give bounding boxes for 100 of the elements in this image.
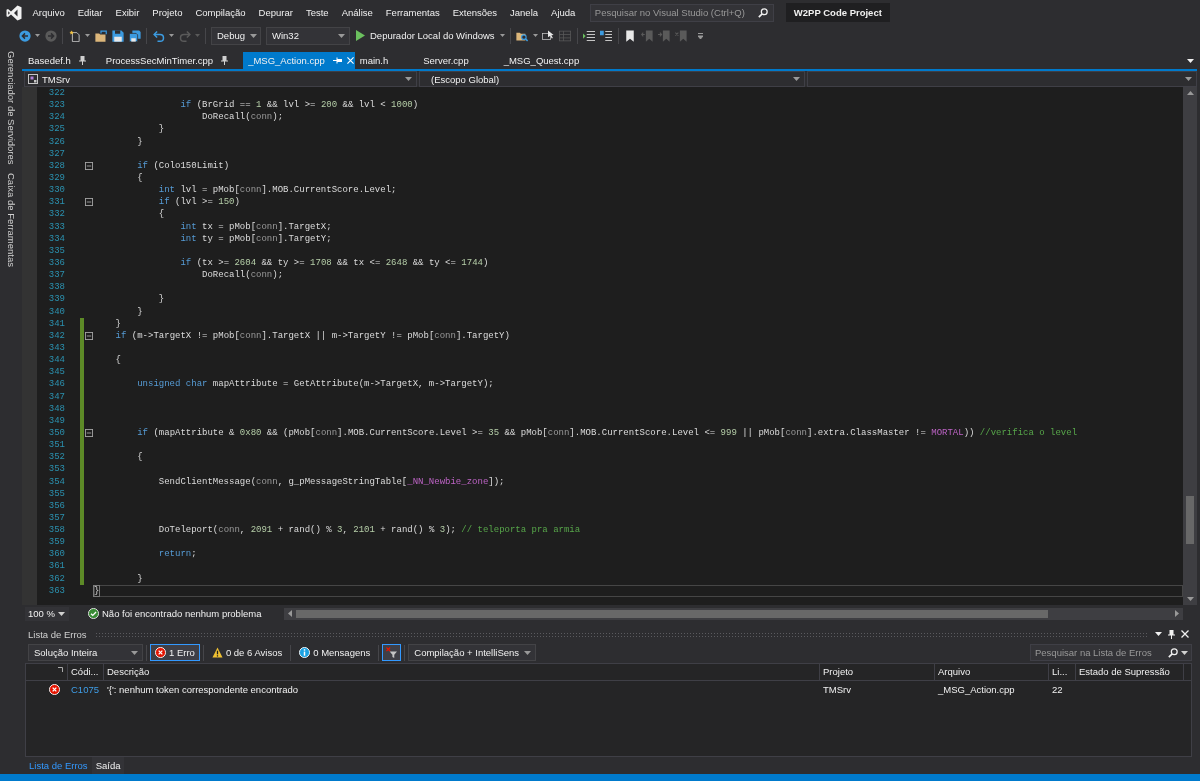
scroll-down-icon[interactable] — [1186, 597, 1194, 601]
line-number: 344 — [47, 354, 65, 367]
line-number: 329 — [47, 172, 65, 185]
caret-icon[interactable] — [532, 34, 538, 37]
project-dropdown[interactable]: TMSrv — [24, 71, 417, 87]
pin-icon[interactable] — [78, 56, 86, 65]
column-header[interactable]: Descrição — [104, 664, 820, 680]
caret-icon[interactable] — [1155, 632, 1162, 636]
caret-icon[interactable] — [1187, 58, 1194, 63]
error-code-link[interactable]: C1075 — [71, 684, 99, 695]
caret-icon[interactable] — [499, 34, 505, 37]
search-field[interactable]: Pesquisar no Visual Studio (Ctrl+Q) — [589, 3, 774, 22]
column-header[interactable]: Li... — [1049, 664, 1076, 680]
save-icon[interactable] — [111, 29, 124, 42]
line-number: 353 — [47, 463, 65, 476]
menu-item[interactable]: Depurar — [252, 4, 300, 21]
bookmark-icon[interactable] — [624, 29, 637, 42]
column-header[interactable]: Estado de Supressão — [1076, 664, 1184, 680]
collapse-icon[interactable] — [85, 331, 93, 340]
source-dropdown[interactable]: Compilação + IntelliSens — [408, 644, 537, 661]
menu-item[interactable]: Projeto — [145, 4, 189, 21]
document-tab[interactable]: _MSG_Quest.cpp — [498, 52, 610, 69]
menu-item[interactable]: Editar — [71, 4, 110, 21]
side-panel-tab[interactable]: Caixa de Ferramentas — [4, 172, 18, 267]
line-number: 341 — [47, 317, 65, 330]
undo-icon[interactable] — [152, 29, 165, 42]
menu-item[interactable]: Análise — [335, 4, 380, 21]
line-number: 345 — [47, 366, 65, 379]
line-number: 322 — [47, 87, 65, 100]
overflow-icon[interactable] — [697, 32, 703, 39]
pin-icon[interactable] — [1168, 629, 1175, 639]
search-icon[interactable] — [757, 7, 768, 18]
document-tab[interactable]: Basedef.h — [23, 52, 101, 69]
indent-lines-icon[interactable] — [583, 29, 596, 42]
scroll-left-icon[interactable] — [287, 610, 292, 617]
collapse-icon[interactable] — [85, 198, 93, 207]
document-tab[interactable]: main.h — [354, 52, 419, 69]
menu-item[interactable]: Exibir — [109, 4, 146, 21]
pin-icon[interactable] — [221, 56, 229, 65]
caret-icon[interactable] — [35, 34, 40, 37]
line-number: 340 — [47, 305, 65, 318]
code-line: int lvl = pMob[conn].MOB.CurrentScore.Level; — [158, 184, 397, 197]
vertical-scrollbar[interactable] — [1183, 87, 1197, 605]
save-all-icon[interactable] — [128, 29, 141, 42]
search-icon[interactable] — [1168, 647, 1178, 658]
caret-icon[interactable] — [85, 34, 90, 37]
menu-item[interactable]: Compilação — [188, 4, 253, 21]
menu-item[interactable]: Teste — [299, 4, 336, 21]
panel-tab[interactable]: Saída — [91, 757, 125, 774]
folder-icon[interactable] — [94, 29, 107, 42]
caret-icon — [131, 650, 138, 655]
horizontal-scrollbar[interactable] — [283, 607, 1183, 620]
search-field[interactable]: Pesquisar na Lista de Erros — [1030, 644, 1192, 661]
zoom-dropdown[interactable]: 100 % — [25, 606, 69, 621]
corner-icon[interactable] — [58, 667, 63, 672]
caret-icon[interactable] — [1181, 650, 1188, 655]
collapse-icon[interactable] — [85, 429, 93, 437]
line-number: 348 — [47, 402, 65, 415]
box-pointer-icon[interactable] — [542, 29, 555, 42]
code-line: } — [137, 572, 143, 585]
menu-item[interactable]: Ajuda — [544, 4, 582, 21]
line-number: 339 — [47, 293, 65, 306]
line-number: 323 — [47, 99, 65, 112]
code-line: { — [137, 451, 143, 464]
column-header[interactable]: Arquivo — [935, 664, 1049, 680]
new-page-icon[interactable] — [68, 29, 81, 42]
configuration-dropdown[interactable]: Debug — [211, 26, 261, 45]
column-header[interactable]: Códi... — [68, 664, 104, 680]
filter-button[interactable] — [382, 644, 402, 661]
scrollbar-thumb[interactable] — [1186, 496, 1194, 545]
filter-toggle-button[interactable]: 0 de 6 Avisos — [206, 644, 288, 661]
document-tab[interactable]: Server.cpp — [418, 52, 499, 69]
line-number: 359 — [47, 536, 65, 549]
line-number: 332 — [47, 208, 65, 221]
filter-toggle-button[interactable]: 1 Erro — [150, 644, 200, 661]
platform-dropdown[interactable]: Win32 — [266, 26, 350, 45]
text-lines-icon[interactable] — [600, 29, 613, 42]
document-tab[interactable]: ProcessSecMinTimer.cpp — [100, 52, 244, 69]
menu-item[interactable]: Extensões — [446, 4, 504, 21]
line-number: 328 — [47, 159, 65, 172]
back-icon[interactable] — [18, 29, 31, 42]
caret-icon[interactable] — [169, 34, 174, 37]
close-icon[interactable] — [1181, 630, 1189, 638]
caret-icon — [793, 77, 800, 81]
scroll-right-icon[interactable] — [1175, 610, 1179, 617]
menu-item[interactable]: Janela — [503, 4, 545, 21]
scope-dropdown[interactable]: Solução Inteira — [28, 644, 143, 661]
collapse-icon[interactable] — [85, 161, 93, 170]
scope-dropdown[interactable]: (Escopo Global) — [419, 71, 805, 87]
menu-item[interactable]: Arquivo — [26, 4, 72, 21]
line-number: 361 — [47, 560, 65, 573]
scroll-up-icon[interactable] — [1186, 91, 1194, 95]
filter-toggle-button[interactable]: 0 Mensagens — [294, 644, 376, 661]
menu-item[interactable]: Ferramentas — [379, 4, 447, 21]
line-number: 350 — [47, 426, 65, 440]
side-panel-tab[interactable]: Gerenciador de Servidores — [4, 51, 18, 165]
scrollbar-thumb[interactable] — [295, 609, 1049, 618]
line-number: 336 — [47, 256, 65, 270]
column-header[interactable]: Projeto — [820, 664, 935, 680]
start-debugging-button[interactable]: Depurador Local do Windows — [350, 26, 498, 45]
